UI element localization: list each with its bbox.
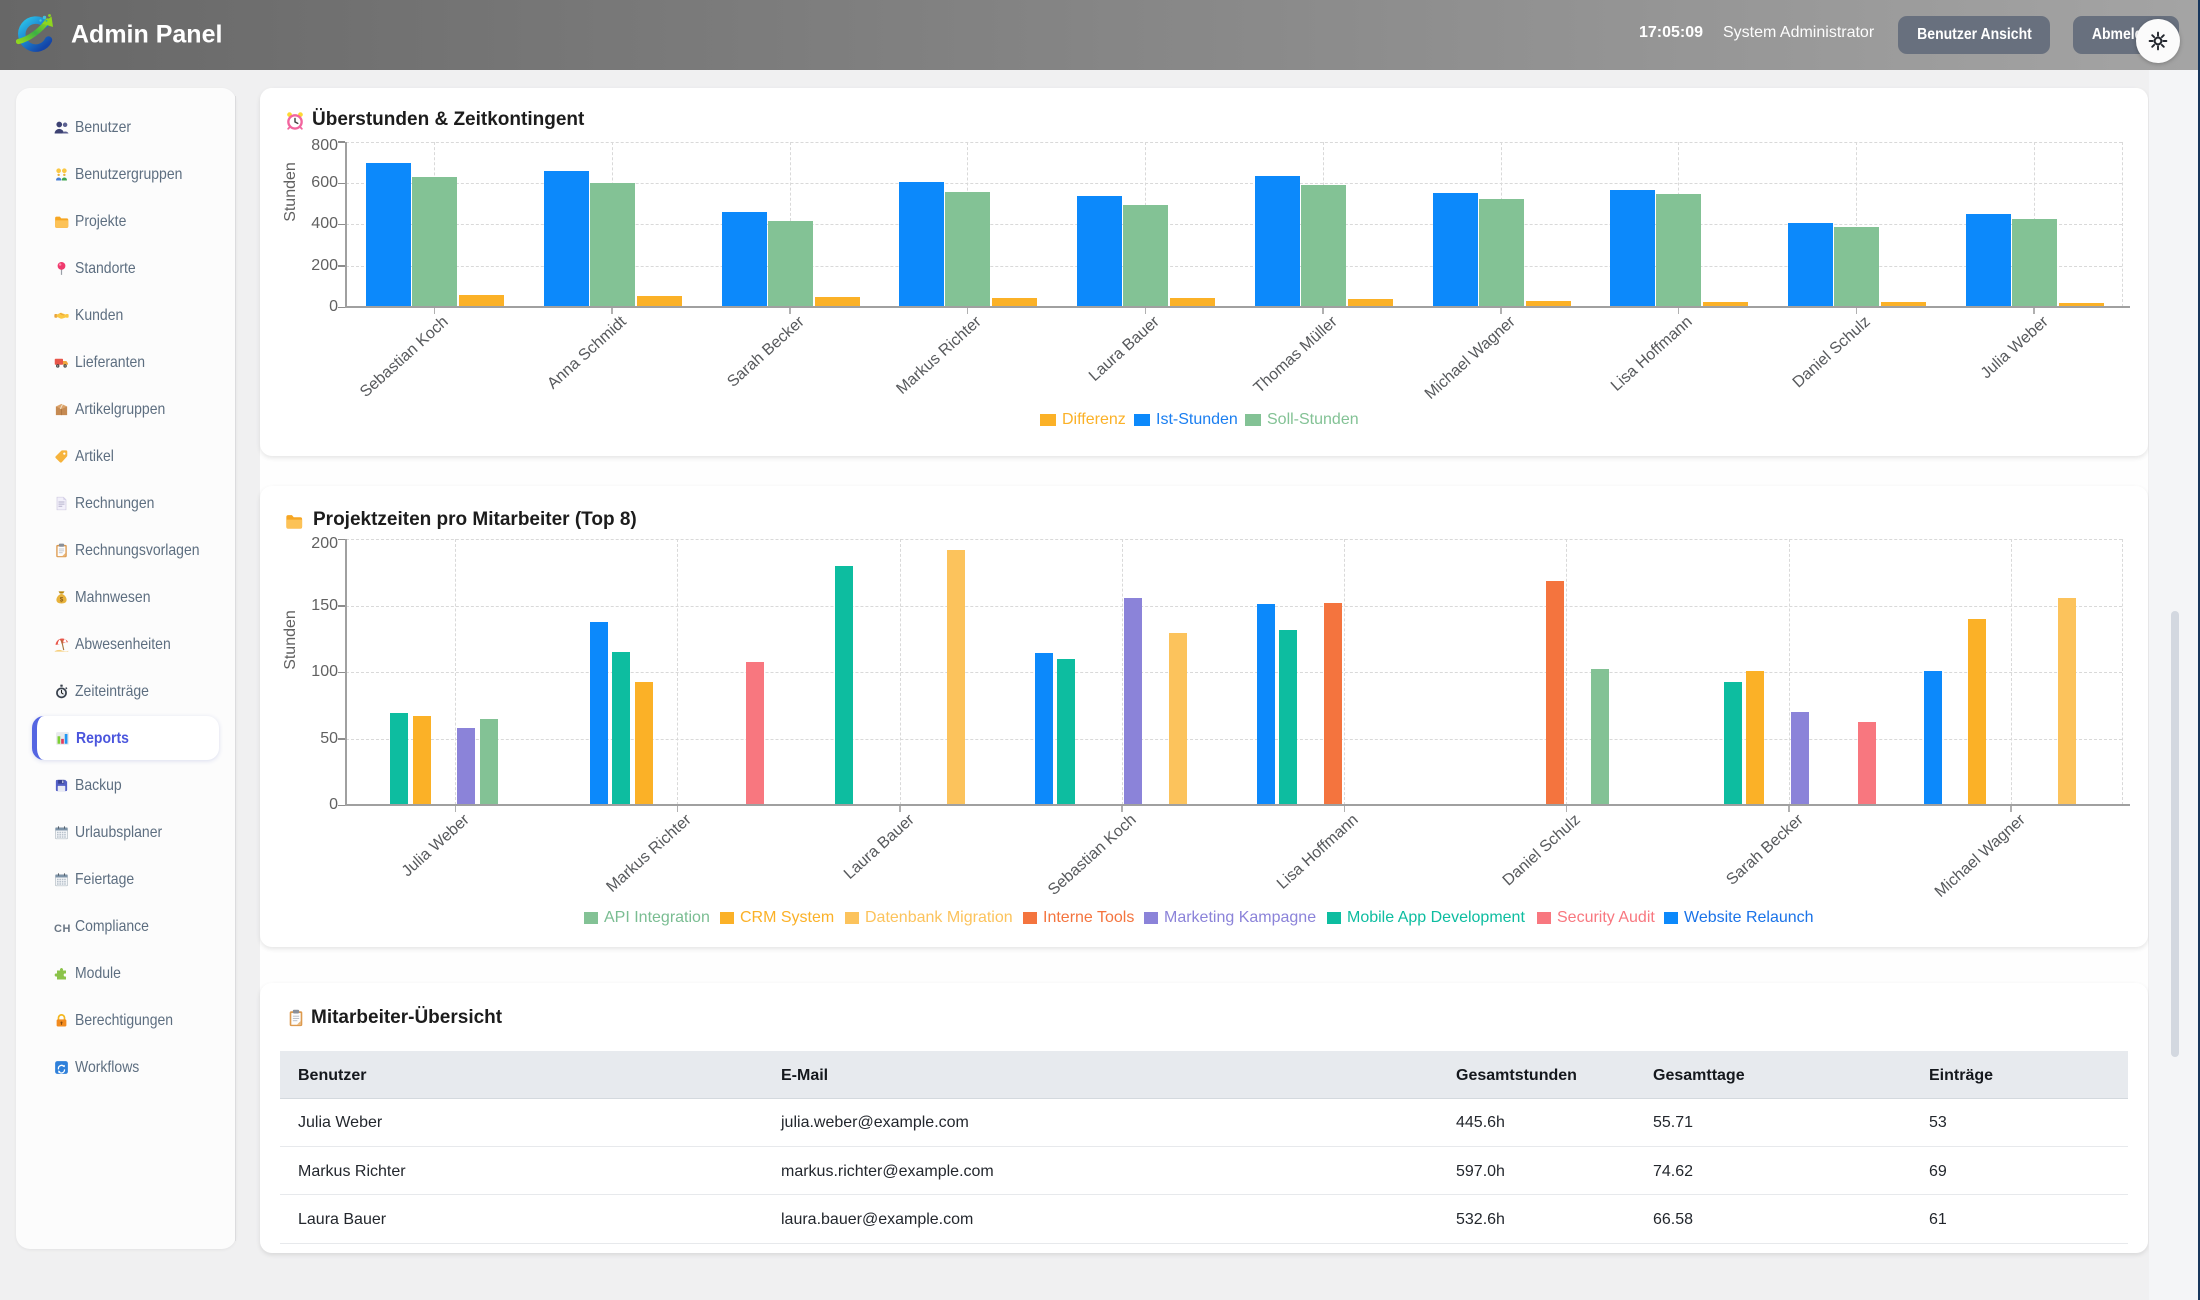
svg-text:$: $ xyxy=(60,596,64,603)
